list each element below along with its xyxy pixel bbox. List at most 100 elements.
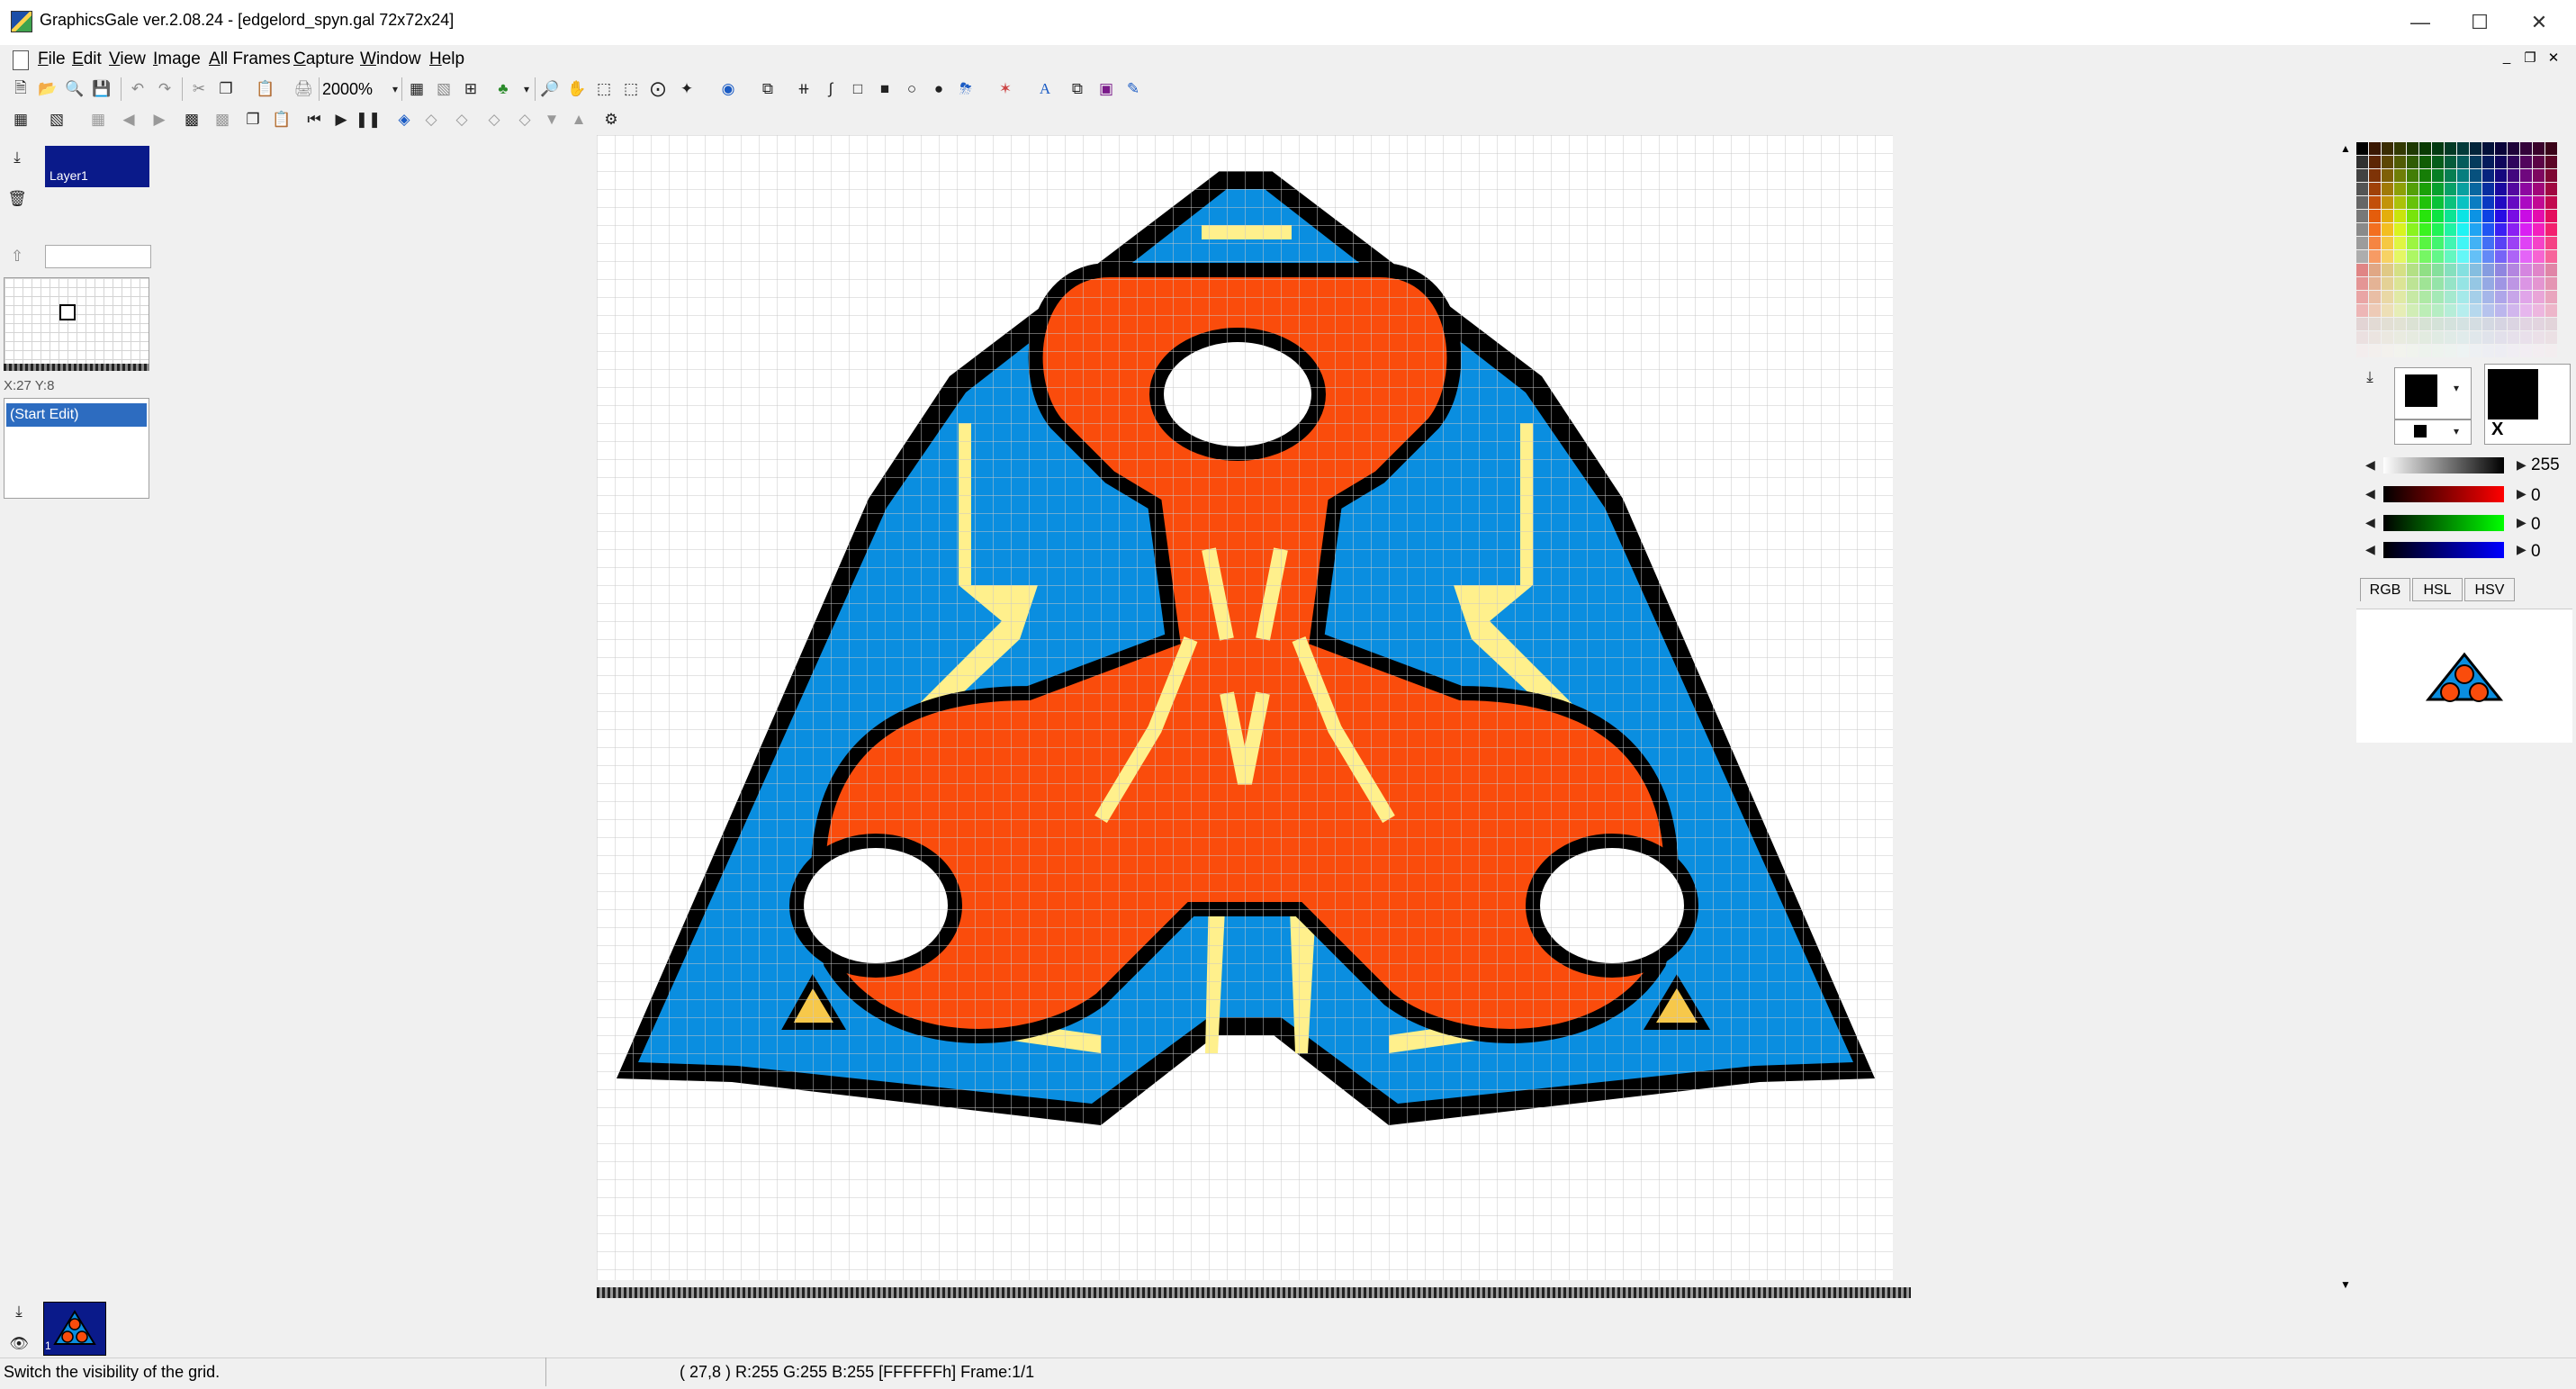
tree-icon[interactable]: ♣ (491, 77, 515, 101)
palette-swatch[interactable] (2419, 291, 2431, 303)
palette-swatch[interactable] (2419, 264, 2431, 276)
palette-swatch[interactable] (2457, 210, 2469, 222)
palette-swatch[interactable] (2432, 237, 2444, 249)
palette-swatch[interactable] (2545, 196, 2557, 209)
eyedropper-icon[interactable]: ◉ (716, 77, 740, 101)
palette-swatch[interactable] (2520, 142, 2532, 155)
layer-scrollbar[interactable] (45, 245, 151, 268)
palette-swatch[interactable] (2445, 331, 2456, 344)
palette-swatch[interactable] (2369, 331, 2381, 344)
palette-swatch[interactable] (2495, 331, 2507, 344)
palette-swatch[interactable] (2545, 331, 2557, 344)
frame-duplicate-icon[interactable]: ▦ (86, 108, 110, 131)
palette-swatch[interactable] (2457, 169, 2469, 182)
palette-swatch[interactable] (2394, 345, 2406, 357)
play-first-icon[interactable]: ⏮ (302, 108, 326, 131)
palette-swatch[interactable] (2470, 183, 2481, 195)
palette-swatch[interactable] (2470, 331, 2481, 344)
palette-swatch[interactable] (2356, 210, 2368, 222)
palette-swatch[interactable] (2482, 223, 2494, 236)
palette-swatch[interactable] (2545, 277, 2557, 290)
palette-swatch[interactable] (2545, 250, 2557, 263)
palette-swatch[interactable] (2495, 169, 2507, 182)
palette-swatch[interactable] (2419, 169, 2431, 182)
trash-icon[interactable]: 🗑 (5, 187, 29, 211)
palette-swatch[interactable] (2482, 169, 2494, 182)
palette-swatch[interactable] (2382, 291, 2393, 303)
copy-icon[interactable]: ❐ (214, 77, 238, 101)
palette-swatch[interactable] (2470, 223, 2481, 236)
palette-swatch[interactable] (2394, 291, 2406, 303)
palette-swatch[interactable] (2533, 156, 2544, 168)
palette-swatch[interactable] (2407, 318, 2418, 330)
layer-up-icon[interactable]: ⇧ (5, 245, 29, 268)
palette-swatch[interactable] (2394, 304, 2406, 317)
palette-swatch[interactable] (2369, 345, 2381, 357)
onion-prev-icon[interactable]: ◇ (419, 108, 443, 131)
palette-swatch[interactable] (2533, 183, 2544, 195)
blue-left-icon[interactable]: ◀ (2365, 542, 2375, 557)
palette-swatch[interactable] (2432, 142, 2444, 155)
palette-swatch[interactable] (2432, 345, 2444, 357)
palette-swatch[interactable] (2457, 250, 2469, 263)
palette-swatch[interactable] (2533, 264, 2544, 276)
frame-copy-icon[interactable]: ❐ (241, 108, 265, 131)
palette-swatch[interactable] (2508, 345, 2519, 357)
palette-swatch[interactable] (2520, 345, 2532, 357)
zoom-dropdown-icon[interactable]: ▾ (383, 77, 407, 101)
palette-swatch[interactable] (2419, 318, 2431, 330)
tab-rgb[interactable]: RGB (2360, 578, 2410, 601)
tab-hsv[interactable]: HSV (2464, 578, 2515, 601)
palette-swatch[interactable] (2545, 304, 2557, 317)
menu-image[interactable]: Image (153, 50, 201, 69)
palette-swatch[interactable] (2457, 331, 2469, 344)
palette-swatch[interactable] (2482, 196, 2494, 209)
palette-swatch[interactable] (2533, 304, 2544, 317)
red-right-icon[interactable]: ▶ (2517, 486, 2526, 501)
play-icon[interactable]: ▶ (329, 108, 353, 131)
palette-swatch[interactable] (2533, 277, 2544, 290)
palette-swatch[interactable] (2356, 169, 2368, 182)
palette-swatch[interactable] (2533, 331, 2544, 344)
paste-icon[interactable]: 📋 (254, 77, 277, 101)
palette-swatch[interactable] (2394, 250, 2406, 263)
palette-swatch[interactable] (2482, 345, 2494, 357)
palette-swatch[interactable] (2520, 291, 2532, 303)
palette-swatch[interactable] (2407, 210, 2418, 222)
menu-view[interactable]: View (109, 50, 146, 69)
onion-icon[interactable]: ◈ (392, 108, 416, 131)
palette-swatch[interactable] (2369, 237, 2381, 249)
palette-swatch[interactable] (2520, 277, 2532, 290)
grid-icon[interactable]: ▦ (405, 77, 428, 101)
green-left-icon[interactable]: ◀ (2365, 515, 2375, 530)
save-icon[interactable]: 💾 (90, 77, 113, 101)
palette-swatch[interactable] (2533, 250, 2544, 263)
palette-swatch[interactable] (2508, 156, 2519, 168)
palette-swatch[interactable] (2356, 237, 2368, 249)
magic-wand-icon[interactable]: ✦ (675, 77, 698, 101)
history-item[interactable]: (Start Edit) (6, 403, 147, 427)
palette-swatch[interactable] (2445, 196, 2456, 209)
palette-swatch[interactable] (2545, 223, 2557, 236)
palette-swatch[interactable] (2457, 237, 2469, 249)
palette-swatch[interactable] (2495, 237, 2507, 249)
palette-swatch[interactable] (2382, 250, 2393, 263)
palette-swatch[interactable] (2369, 291, 2381, 303)
palette-swatch[interactable] (2407, 291, 2418, 303)
palette-swatch[interactable] (2482, 156, 2494, 168)
palette-swatch[interactable] (2432, 156, 2444, 168)
gray-value[interactable]: 255 (2531, 455, 2560, 475)
palette-swatch[interactable] (2419, 331, 2431, 344)
palette-swatch[interactable] (2394, 156, 2406, 168)
document-icon[interactable] (13, 50, 29, 70)
palette-swatch[interactable] (2533, 196, 2544, 209)
palette-swatch[interactable] (2445, 277, 2456, 290)
palette-swatch[interactable] (2382, 331, 2393, 344)
navigator-panel[interactable] (4, 277, 149, 367)
new-icon[interactable]: 🗎 (9, 77, 32, 101)
palette-swatch[interactable] (2407, 156, 2418, 168)
palette-swatch[interactable] (2382, 169, 2393, 182)
palette-swatch[interactable] (2419, 196, 2431, 209)
palette-swatch[interactable] (2356, 223, 2368, 236)
palette-swatch[interactable] (2508, 183, 2519, 195)
